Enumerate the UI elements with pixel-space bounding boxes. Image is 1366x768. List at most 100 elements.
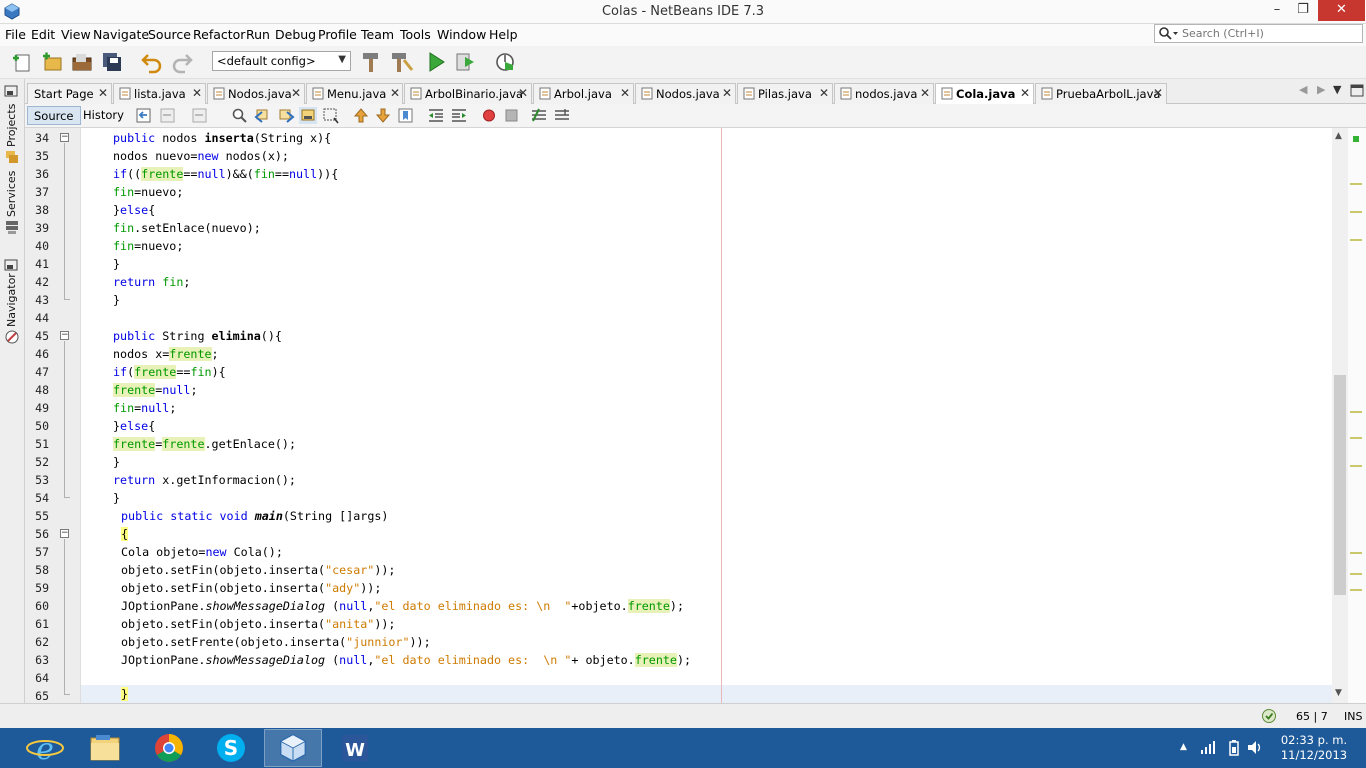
menu-tools[interactable]: Tools: [400, 27, 431, 42]
occurrence-mark[interactable]: [1350, 573, 1362, 575]
menu-refactor[interactable]: Refactor: [193, 27, 245, 42]
menu-profile[interactable]: Profile: [318, 27, 357, 42]
comment-icon[interactable]: [530, 107, 548, 124]
tab-lista-java[interactable]: lista.java ✕: [113, 83, 206, 104]
previous-bookmark-icon[interactable]: [352, 107, 370, 124]
internet-explorer-icon[interactable]: e: [16, 729, 74, 767]
tab-nodos-java[interactable]: Nodos.java ✕: [207, 83, 305, 104]
word-icon[interactable]: W: [326, 729, 384, 767]
find-previous-icon[interactable]: [254, 107, 272, 124]
close-icon[interactable]: ✕: [98, 86, 108, 100]
taskbar-clock[interactable]: 02:33 p. m. 11/12/2013: [1276, 733, 1352, 763]
tab-nodos-java-2[interactable]: Nodos.java ✕: [635, 83, 736, 104]
chrome-icon[interactable]: [140, 729, 198, 767]
fold-collapse-icon[interactable]: −: [60, 529, 69, 538]
toggle-bookmark-icon[interactable]: [397, 107, 415, 124]
rectangular-selection-icon[interactable]: [322, 107, 340, 124]
save-all-icon[interactable]: [100, 50, 124, 74]
scroll-thumb[interactable]: [1334, 375, 1346, 595]
scroll-down-icon[interactable]: ▼: [1335, 688, 1342, 698]
tab-cola-java[interactable]: Cola.java ✕: [935, 83, 1034, 105]
scroll-tabs-left-icon[interactable]: ◀: [1299, 83, 1307, 96]
network-icon[interactable]: [1200, 740, 1216, 755]
maximize-editor-icon[interactable]: [1350, 84, 1364, 97]
open-project-icon[interactable]: [70, 50, 94, 74]
forward-icon[interactable]: [191, 107, 209, 124]
fold-collapse-icon[interactable]: −: [60, 133, 69, 142]
config-select[interactable]: <default config> ▼: [212, 51, 351, 71]
undo-icon[interactable]: [140, 50, 164, 74]
show-hidden-icons-icon[interactable]: ▲: [1180, 742, 1187, 752]
history-tab-button[interactable]: History: [77, 106, 130, 125]
stop-macro-icon[interactable]: [502, 107, 520, 124]
shift-left-icon[interactable]: [427, 107, 445, 124]
next-bookmark-icon[interactable]: [374, 107, 392, 124]
close-icon[interactable]: ✕: [291, 86, 301, 100]
menu-file[interactable]: File: [5, 27, 26, 42]
close-icon[interactable]: ✕: [722, 86, 732, 100]
menu-source[interactable]: Source: [148, 27, 191, 42]
minimize-button[interactable]: –: [1264, 0, 1290, 21]
find-icon[interactable]: [231, 107, 249, 124]
scroll-up-icon[interactable]: ▲: [1335, 131, 1342, 141]
run-icon[interactable]: [424, 50, 448, 74]
fold-collapse-icon[interactable]: −: [60, 331, 69, 340]
tab-arbolbinario-java[interactable]: ArbolBinario.java ✕: [404, 83, 532, 104]
close-icon[interactable]: ✕: [819, 86, 829, 100]
close-icon[interactable]: ✕: [620, 86, 630, 100]
menu-view[interactable]: View: [61, 27, 91, 42]
shift-right-icon[interactable]: [450, 107, 468, 124]
new-file-icon[interactable]: [10, 50, 34, 74]
debug-icon[interactable]: [454, 50, 478, 74]
menu-debug[interactable]: Debug: [275, 27, 316, 42]
close-icon[interactable]: ✕: [1153, 86, 1163, 100]
clean-build-icon[interactable]: [390, 50, 414, 74]
occurrence-mark[interactable]: [1350, 589, 1362, 591]
tab-arbol-java[interactable]: Arbol.java ✕: [533, 83, 634, 104]
notifications-icon[interactable]: [1261, 708, 1277, 724]
close-icon[interactable]: ✕: [518, 86, 528, 100]
build-icon[interactable]: [360, 50, 384, 74]
search-input[interactable]: [1182, 26, 1360, 41]
netbeans-taskbar-icon[interactable]: [264, 729, 322, 767]
close-icon[interactable]: ✕: [920, 86, 930, 100]
new-project-icon[interactable]: [40, 50, 64, 74]
profile-icon[interactable]: [494, 50, 518, 74]
redo-icon[interactable]: [170, 50, 194, 74]
tab-start-page[interactable]: Start Page ✕: [27, 83, 112, 104]
volume-icon[interactable]: [1247, 739, 1263, 756]
close-button[interactable]: ✕: [1318, 0, 1365, 21]
scroll-tabs-right-icon[interactable]: ▶: [1317, 83, 1325, 96]
occurrence-mark[interactable]: [1350, 437, 1362, 439]
close-icon[interactable]: ✕: [192, 86, 202, 100]
sidebar-tab-navigator[interactable]: Navigator: [3, 257, 21, 352]
occurrence-mark[interactable]: [1350, 552, 1362, 554]
uncomment-icon[interactable]: [553, 107, 571, 124]
menu-edit[interactable]: Edit: [31, 27, 55, 42]
last-edit-icon[interactable]: [135, 107, 153, 124]
tab-list-icon[interactable]: ▼: [1333, 83, 1341, 96]
maximize-button[interactable]: ❐: [1290, 0, 1316, 21]
tab-pruebaarboll-java[interactable]: PruebaArbolL.java ✕: [1035, 83, 1167, 104]
start-macro-icon[interactable]: [480, 107, 498, 124]
occurrence-mark[interactable]: [1350, 211, 1362, 213]
source-tab-button[interactable]: Source: [27, 106, 81, 125]
sidebar-tab-projects[interactable]: Projects: [3, 83, 21, 163]
battery-icon[interactable]: [1227, 739, 1241, 756]
skype-icon[interactable]: S: [202, 729, 260, 767]
tab-pilas-java[interactable]: Pilas.java ✕: [737, 83, 833, 104]
tab-nodos-java-3[interactable]: nodos.java ✕: [834, 83, 934, 104]
occurrence-mark[interactable]: [1350, 465, 1362, 467]
close-icon[interactable]: ✕: [1020, 86, 1030, 100]
occurrence-mark[interactable]: [1350, 411, 1362, 413]
back-icon[interactable]: [159, 107, 177, 124]
menu-help[interactable]: Help: [489, 27, 518, 42]
toggle-highlight-icon[interactable]: [299, 107, 317, 124]
occurrence-mark[interactable]: [1350, 239, 1362, 241]
sidebar-tab-services[interactable]: Services: [3, 171, 21, 243]
file-explorer-icon[interactable]: [76, 729, 134, 767]
search-box[interactable]: [1154, 24, 1363, 43]
menu-navigate[interactable]: Navigate: [93, 27, 149, 42]
find-next-icon[interactable]: [277, 107, 295, 124]
close-icon[interactable]: ✕: [390, 86, 400, 100]
